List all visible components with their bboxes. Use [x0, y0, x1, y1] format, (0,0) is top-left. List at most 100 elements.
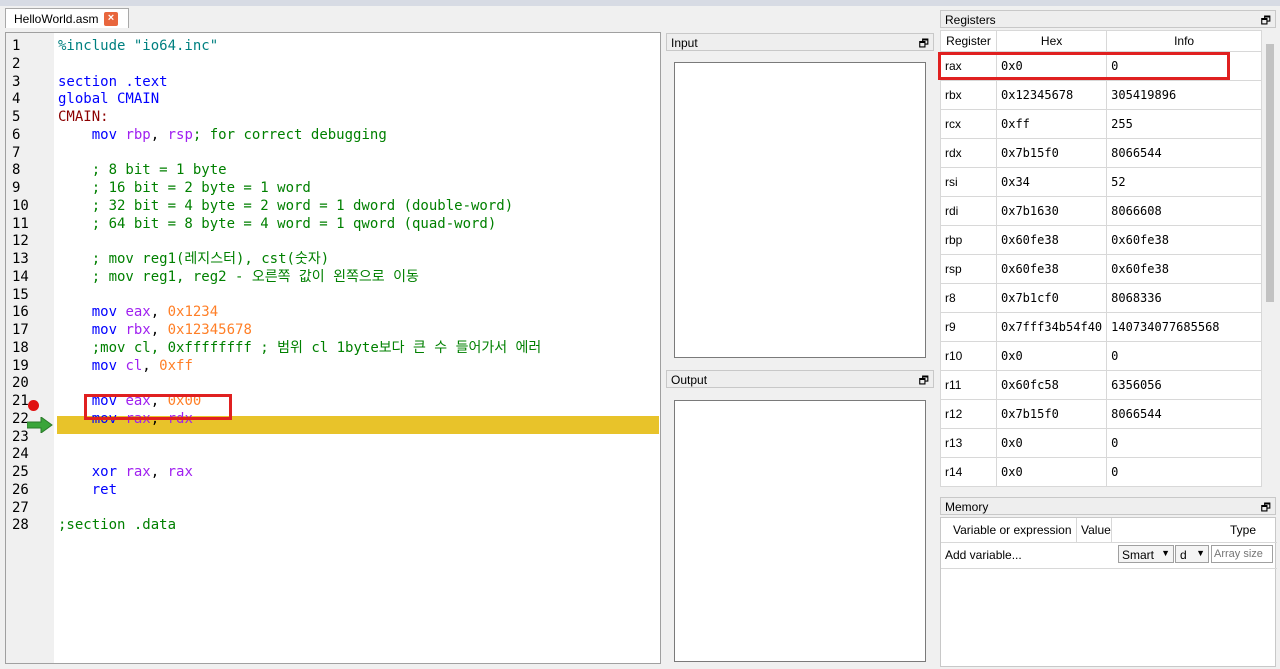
column-header-value[interactable]: Value [1081, 523, 1111, 537]
register-name: r11 [940, 370, 997, 400]
register-name: r10 [940, 341, 997, 371]
output-textarea[interactable] [674, 400, 926, 662]
line-number: 5 [12, 109, 21, 125]
register-row-r13[interactable]: r13 0x0 0 [940, 428, 1262, 458]
close-icon[interactable]: × [104, 12, 118, 26]
registers-header: Registers 🗗 [940, 10, 1276, 28]
breakpoint-icon[interactable] [28, 400, 39, 411]
line-number: 20 [12, 375, 29, 392]
code-token: ret [91, 481, 118, 498]
register-hex: 0x34 [995, 167, 1108, 197]
register-name: r14 [940, 457, 997, 487]
code-token: , [150, 126, 168, 143]
register-row-r9[interactable]: r9 0x7fff34b54f40 140734077685568 [940, 312, 1262, 342]
register-row-r10[interactable]: r10 0x0 0 [940, 341, 1262, 371]
type-select[interactable]: Smart ▼ [1118, 545, 1174, 563]
register-name: rsi [940, 167, 997, 197]
line-number: 24 [12, 446, 29, 463]
code-token: mov [91, 322, 126, 338]
registers-header-row: Register Hex Info [940, 30, 1262, 52]
code-token: CMAIN: [58, 109, 109, 125]
restore-icon[interactable]: 🗗 [1261, 12, 1271, 31]
code-token: , [150, 322, 168, 338]
register-info: 6356056 [1106, 370, 1262, 400]
register-row-rcx[interactable]: rcx 0xff 255 [940, 109, 1262, 139]
register-hex: 0x12345678 [995, 80, 1108, 110]
register-name: rbx [940, 80, 997, 110]
line-number: 12 [12, 233, 29, 250]
code-line: section .text [58, 73, 168, 91]
register-info: 0x60fe38 [1106, 254, 1262, 284]
line-number: 26 [12, 481, 29, 498]
code-token: ; 32 bit = 4 byte = 2 word = 1 dword (do… [58, 197, 514, 214]
code-line: ;section .data [58, 516, 176, 534]
register-name: r9 [940, 312, 997, 342]
column-header-register[interactable]: Register [940, 30, 997, 52]
line-number-gutter[interactable]: 1 2 3 4 5 6 7 8 9 10 11 12 13 14 15 16 17 18 19 20 21 22 23 24 2… [6, 33, 54, 663]
code-line: mov rbx, 0x12345678 [58, 321, 252, 339]
input-pane-title: Input [671, 36, 698, 50]
scrollbar-thumb[interactable] [1266, 44, 1274, 302]
register-row-r12[interactable]: r12 0x7b15f0 8066544 [940, 399, 1262, 429]
register-hex: 0x7fff34b54f40 [995, 312, 1108, 342]
register-info: 305419896 [1106, 80, 1262, 110]
restore-icon[interactable]: 🗗 [919, 372, 929, 391]
register-hex: 0x7b1630 [995, 196, 1108, 226]
input-textarea[interactable] [674, 62, 926, 358]
input-pane-header: Input 🗗 [666, 33, 934, 51]
register-row-rdx[interactable]: rdx 0x7b15f0 8066544 [940, 138, 1262, 168]
column-header-type[interactable]: Type [1230, 523, 1256, 537]
code-token: rax [167, 464, 193, 480]
type-select-value: Smart [1122, 548, 1155, 562]
register-name: rcx [940, 109, 997, 139]
register-row-rbp[interactable]: rbp 0x60fe38 0x60fe38 [940, 225, 1262, 255]
line-number: 13 [12, 251, 29, 267]
register-row-rsp[interactable]: rsp 0x60fe38 0x60fe38 [940, 254, 1262, 284]
register-name: rbp [940, 225, 997, 255]
code-line: xor rax, rax [58, 463, 193, 481]
register-row-rbx[interactable]: rbx 0x12345678 305419896 [940, 80, 1262, 110]
code-editor[interactable]: 1 2 3 4 5 6 7 8 9 10 11 12 13 14 15 16 17 18 19 20 21 22 23 24 2… [5, 32, 661, 664]
restore-icon[interactable]: 🗗 [1261, 499, 1271, 518]
register-row-r11[interactable]: r11 0x60fc58 6356056 [940, 370, 1262, 400]
column-header-hex[interactable]: Hex [995, 30, 1108, 52]
registers-scrollbar[interactable] [1264, 30, 1276, 492]
register-row-rdi[interactable]: rdi 0x7b1630 8066608 [940, 196, 1262, 226]
register-info: 52 [1106, 167, 1262, 197]
line-number: 8 [12, 162, 21, 179]
code-line: ; mov reg1(레지스터), cst(숫자) [58, 250, 329, 268]
code-token: ; 8 bit = 1 byte [58, 162, 227, 179]
register-hex: 0x0 [995, 457, 1108, 487]
register-row-r8[interactable]: r8 0x7b1cf0 8068336 [940, 283, 1262, 313]
code-line: ; 64 bit = 8 byte = 4 word = 1 qword (qu… [58, 215, 497, 233]
title-strip [0, 0, 1280, 6]
output-pane-header: Output 🗗 [666, 370, 934, 388]
memory-panel: Memory 🗗 Variable or expression Value Ty… [940, 497, 1277, 667]
size-select[interactable]: d ▼ [1175, 545, 1209, 563]
register-name: rdx [940, 138, 997, 168]
line-number: 15 [12, 286, 29, 303]
add-variable-input[interactable]: Add variable... [945, 548, 1022, 562]
line-number: 27 [12, 499, 29, 516]
column-header-variable[interactable]: Variable or expression [953, 523, 1072, 537]
register-info: 0 [1106, 341, 1262, 371]
column-header-info[interactable]: Info [1106, 30, 1262, 52]
code-token: ; mov reg1, reg2 - 오른쪽 값이 왼쪽으로 이동 [58, 268, 419, 285]
line-number: 18 [12, 339, 29, 356]
register-info: 8066608 [1106, 196, 1262, 226]
register-row-r14[interactable]: r14 0x0 0 [940, 457, 1262, 487]
restore-icon[interactable]: 🗗 [919, 35, 929, 54]
array-size-input[interactable] [1211, 545, 1273, 563]
tab-helloworld-asm[interactable]: HelloWorld.asm × [5, 8, 129, 28]
line-number: 9 [12, 180, 21, 196]
register-hex: 0x7b15f0 [995, 399, 1108, 429]
register-row-rsi[interactable]: rsi 0x34 52 [940, 167, 1262, 197]
register-info: 8068336 [1106, 283, 1262, 313]
code-line: mov cl, 0xff [58, 357, 193, 375]
register-hex: 0x7b1cf0 [995, 283, 1108, 313]
code-token: eax [125, 304, 151, 321]
code-token: ; for correct debugging [192, 126, 387, 143]
